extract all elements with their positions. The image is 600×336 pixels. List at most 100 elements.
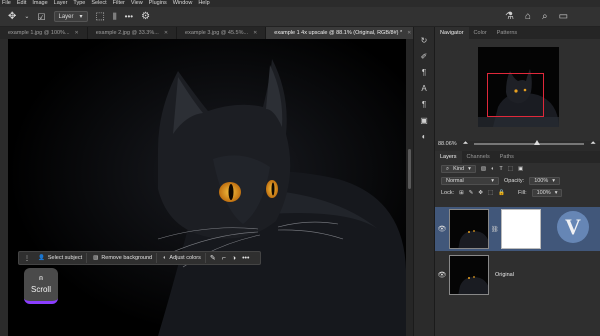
zoom-value[interactable]: 88.06% — [438, 141, 457, 147]
more-options-icon[interactable]: ••• — [125, 12, 133, 22]
lock-fill-row: Lock: ⊞ ✎ ✥ ⬚ 🔒 Fill: 100% ▾ — [435, 187, 600, 199]
layer-row[interactable]: 👁 Original — [435, 253, 600, 297]
menu-filter[interactable]: Filter — [113, 0, 125, 7]
lock-artboard-icon[interactable]: ⬚ — [488, 190, 493, 196]
more-icon[interactable]: ••• — [240, 255, 251, 262]
brush-settings-icon[interactable]: ✐ — [421, 53, 428, 61]
layer-row[interactable]: 👁 ⛓ V — [435, 207, 600, 251]
adjustment-icon[interactable]: ◑ — [230, 255, 238, 262]
layer-name[interactable]: Original — [495, 272, 514, 278]
tab-example-1[interactable]: example 1.jpg @ 100%... ✕ — [0, 27, 88, 39]
lock-pixels-icon[interactable]: ⊞ — [459, 190, 464, 196]
scrollbar-thumb[interactable] — [408, 149, 411, 189]
paragraph-icon[interactable]: ¶ — [422, 69, 426, 77]
navigator-view-frame[interactable] — [487, 73, 544, 117]
close-icon[interactable]: ✕ — [253, 30, 257, 36]
menu-plugins[interactable]: Plugins — [149, 0, 167, 7]
tab-navigator[interactable]: Navigator — [435, 27, 469, 39]
opacity-input[interactable]: 100% ▾ — [529, 177, 561, 185]
tab-patterns[interactable]: Patterns — [492, 27, 522, 39]
chevron-down-icon[interactable]: ⌄ — [24, 12, 29, 22]
adjustments-icon[interactable]: ◐ — [422, 133, 427, 141]
menu-view[interactable]: View — [131, 0, 143, 7]
image-icon: ▧ — [93, 255, 99, 261]
drag-handle-icon[interactable]: ⋮ — [22, 255, 32, 262]
close-icon[interactable]: ✕ — [75, 30, 79, 36]
brush-icon[interactable]: ✎ — [208, 254, 218, 262]
menu-window[interactable]: Window — [173, 0, 193, 7]
tab-example-2[interactable]: example 2.jpg @ 33.3%... ✕ — [88, 27, 178, 39]
menu-help[interactable]: Help — [198, 0, 209, 7]
visibility-icon[interactable]: 👁 — [435, 225, 449, 233]
chevron-down-icon: ▾ — [79, 14, 83, 20]
move-tool-icon[interactable]: ✥ — [8, 11, 16, 22]
tab-paths[interactable]: Paths — [495, 151, 519, 163]
auto-select-checkbox-icon[interactable]: ☑ — [37, 12, 45, 22]
lock-all-icon[interactable]: 🔒 — [498, 190, 505, 196]
flask-icon[interactable]: ⚗ — [505, 11, 514, 22]
zoom-out-icon[interactable]: ⏶ — [463, 140, 469, 148]
cat-photo — [8, 39, 406, 336]
lock-paint-icon[interactable]: ✎ — [469, 190, 474, 196]
lock-position-icon[interactable]: ✥ — [478, 190, 483, 196]
panel-icon-column: ↻ ✐ ¶ A ¶ ▣ ◐ — [413, 27, 435, 336]
layer-thumbnail[interactable] — [449, 209, 489, 249]
layer-thumbnail[interactable] — [449, 255, 489, 295]
smart-object-filter-icon[interactable]: ▣ — [518, 166, 523, 172]
right-panels: Navigator Color Patterns 88.06% ⏶ ⏶ Laye… — [435, 27, 600, 336]
colors-icon: ◐ — [163, 255, 167, 261]
adjust-colors-button[interactable]: ◐ Adjust colors — [159, 253, 206, 263]
crop-icon[interactable]: ⌐ — [220, 255, 228, 262]
zoom-slider[interactable] — [474, 140, 585, 145]
zoom-in-icon[interactable]: ⏶ — [590, 140, 596, 148]
layer-thumbnail-image — [450, 210, 488, 248]
fill-value: 100% — [536, 190, 551, 196]
align-icon[interactable]: ⫼ — [113, 12, 117, 22]
menu-layer[interactable]: Layer — [54, 0, 68, 7]
layer-mask-thumbnail[interactable] — [500, 209, 541, 249]
home-icon[interactable]: ⌂ — [525, 11, 531, 22]
search-icon[interactable]: ⌕ — [542, 11, 548, 22]
chevron-down-icon: ▾ — [554, 190, 558, 196]
shape-filter-icon[interactable]: ⬚ — [508, 166, 513, 172]
type-filter-icon[interactable]: T — [499, 166, 502, 172]
tab-example-3[interactable]: example 3.jpg @ 45.5%... ✕ — [177, 27, 267, 39]
kind-filter-select[interactable]: ⌕ Kind ▾ — [441, 165, 476, 173]
layer-select[interactable]: Layer ▾ — [53, 11, 88, 22]
menu-select[interactable]: Select — [91, 0, 106, 7]
contextual-task-bar: ⋮ 👤 Select subject ▧ Remove background ◐… — [18, 251, 261, 265]
menu-image[interactable]: Image — [32, 0, 47, 7]
zoom-slider-knob[interactable] — [534, 140, 541, 145]
visibility-icon[interactable]: 👁 — [435, 271, 449, 279]
menu-type[interactable]: Type — [73, 0, 85, 7]
character-icon[interactable]: A — [421, 85, 426, 93]
navigator-preview[interactable] — [478, 47, 559, 127]
image-filter-icon[interactable]: ▧ — [481, 166, 486, 172]
paragraph-style-icon[interactable]: ¶ — [422, 101, 426, 109]
settings-gear-icon[interactable]: ⚙ — [141, 11, 150, 22]
adjust-colors-label: Adjust colors — [169, 255, 201, 261]
workspace-icon[interactable]: ▭ — [559, 11, 568, 22]
opacity-value: 100% — [534, 178, 549, 184]
show-transform-controls-icon[interactable]: ⬚ — [96, 11, 105, 22]
select-subject-button[interactable]: 👤 Select subject — [34, 253, 88, 263]
blend-mode-select[interactable]: Normal ▾ — [441, 177, 499, 185]
image-canvas[interactable] — [8, 39, 406, 336]
close-icon[interactable]: ✕ — [407, 30, 411, 36]
tab-color[interactable]: Color — [469, 27, 492, 39]
libraries-icon[interactable]: ▣ — [420, 117, 428, 125]
tab-channels[interactable]: Channels — [462, 151, 495, 163]
menu-edit[interactable]: Edit — [17, 0, 26, 7]
fill-input[interactable]: 100% ▾ — [531, 189, 563, 197]
tab-example-1-upscale[interactable]: example 1 4x upscale @ 88.1% (Original, … — [266, 27, 421, 39]
history-icon[interactable]: ↻ — [421, 37, 428, 45]
close-icon[interactable]: ✕ — [164, 30, 168, 36]
layers-panel: Layers Channels Paths ⌕ Kind ▾ ▧ ◐ T ⬚ ▣… — [435, 151, 600, 336]
link-icon[interactable]: ⛓ — [491, 226, 499, 233]
adjustment-filter-icon[interactable]: ◐ — [491, 166, 494, 172]
tab-layers[interactable]: Layers — [435, 151, 462, 163]
kind-filter-value: Kind — [453, 166, 465, 172]
canvas-vertical-scrollbar[interactable] — [406, 39, 413, 336]
remove-background-button[interactable]: ▧ Remove background — [89, 253, 158, 263]
menu-file[interactable]: File — [2, 0, 11, 7]
